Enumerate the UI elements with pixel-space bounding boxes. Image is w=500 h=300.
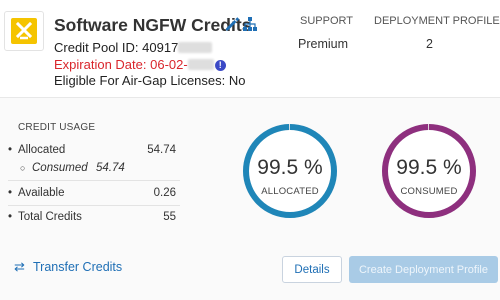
support-value: Premium [298,37,349,51]
details-button[interactable]: Details [282,256,342,283]
consumed-label: Consumed [32,162,88,174]
support-label: SUPPORT [300,15,353,27]
transfer-arrows-icon: ⇄ [14,259,25,274]
row-divider [8,180,180,181]
deployment-profiles-label: DEPLOYMENT PROFILES [374,15,500,27]
airgap-eligibility: Eligible For Air-Gap Licenses: No [54,73,246,88]
deployment-profiles-value: 2 [426,37,433,51]
available-label: Available [18,187,65,199]
allocated-label: Allocated [18,144,66,156]
allocated-value: 54.74 [147,144,176,156]
pencil-icon[interactable] [224,16,240,32]
page-title: Software NGFW Credits [54,15,252,35]
circle-bullet-icon: ○ [20,163,26,173]
info-icon[interactable]: ! [214,60,226,71]
transfer-credits-link[interactable]: ⇄ Transfer Credits [14,259,122,275]
credit-pool-id: Credit Pool ID: 40917 [54,40,213,55]
bullet-icon: • [8,144,13,156]
create-deployment-profile-button[interactable]: Create Deployment Profile [349,256,498,283]
hierarchy-icon[interactable] [242,16,258,32]
total-credits-label: Total Credits [18,211,82,223]
consumed-value: 54.74 [96,162,125,174]
available-value: 0.26 [153,187,176,199]
consumed-caption: CONSUMED [400,186,458,197]
bullet-icon: • [8,187,13,199]
bullet-icon: • [8,211,13,223]
allocated-percent: 99.5 % [257,156,323,179]
expiration-date: Expiration Date: 06-02-! [54,57,226,72]
allocated-gauge: 99.5 % ALLOCATED [242,123,338,219]
credit-pool-id-text: Credit Pool ID: 40917 [54,40,179,55]
consumed-percent: 99.5 % [396,156,462,179]
credit-usage-title: CREDIT USAGE [18,122,96,133]
consumed-gauge: 99.5 % CONSUMED [381,123,477,219]
expiration-date-text: Expiration Date: 06-02- [54,57,188,72]
total-credits-value: 55 [163,211,176,223]
row-divider [8,205,180,206]
header-panel: Software NGFW Credits Credit Pool ID: 40… [0,0,500,97]
redacted-pool-id [178,42,213,53]
transfer-credits-label: Transfer Credits [33,260,123,274]
logo-icon [4,11,44,51]
allocated-caption: ALLOCATED [261,186,319,197]
redacted-expiration [187,59,214,70]
